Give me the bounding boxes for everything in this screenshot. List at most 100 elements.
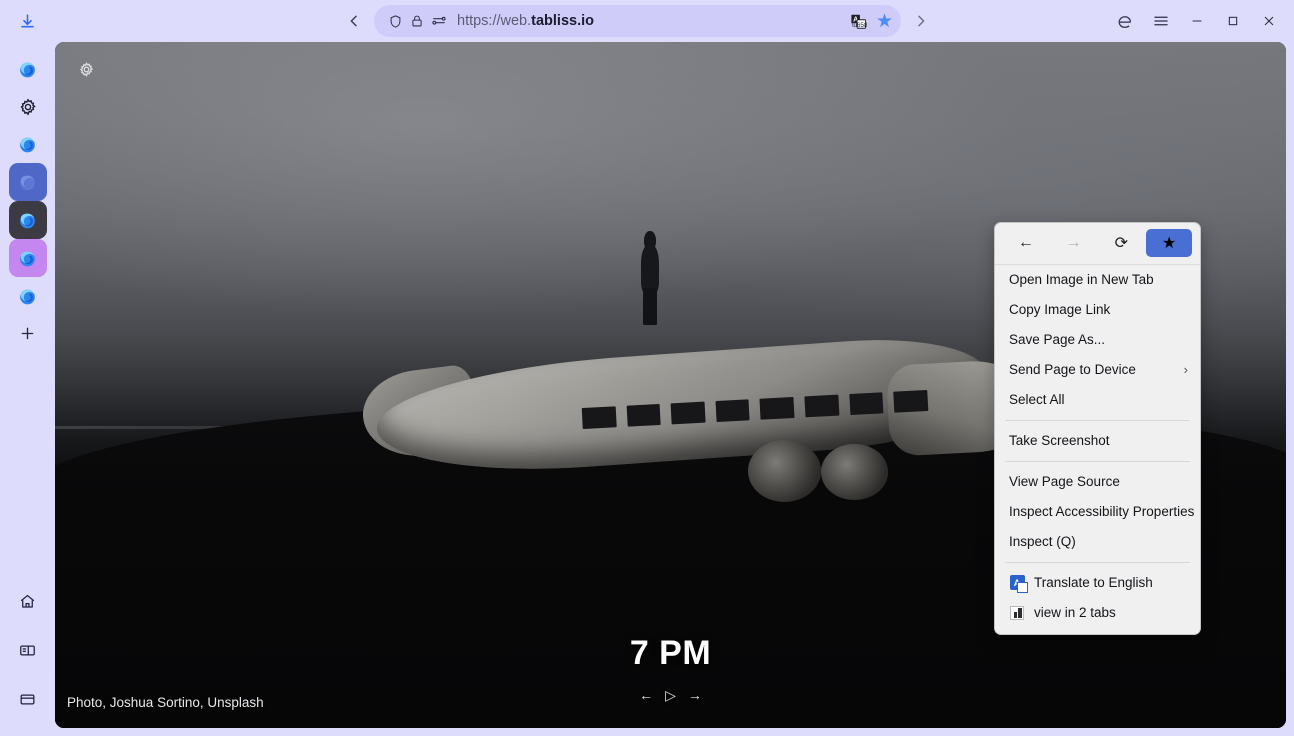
browser-toolbar: https://web.tabliss.io A \u6587 ★ [0, 0, 1294, 42]
menu-item-inspect[interactable]: Inspect (Q) [995, 527, 1200, 557]
plane-wheel-2 [821, 443, 888, 500]
tabliss-settings-button[interactable] [73, 56, 99, 82]
plane-wreck [357, 316, 1037, 522]
menu-separator [1005, 420, 1190, 421]
menu-item-label: Open Image in New Tab [1009, 272, 1154, 287]
sidebar-item-firefox-profile-5[interactable] [8, 239, 47, 277]
sidebar-item-firefox-profile-4[interactable] [8, 201, 47, 239]
lock-icon[interactable] [406, 10, 428, 32]
sidebar-item-firefox-profile-2[interactable] [9, 125, 47, 163]
url-bar[interactable]: https://web.tabliss.io A \u6587 ★ [374, 5, 901, 37]
photo-credit[interactable]: Photo, Joshua Sortino, Unsplash [67, 695, 264, 710]
context-reload-button[interactable]: ⟳ [1099, 229, 1145, 257]
url-domain: tabliss.io [531, 13, 595, 29]
gear-icon [79, 61, 93, 77]
firefox-icon [20, 137, 35, 152]
context-forward-button[interactable]: → [1051, 229, 1097, 257]
slideshow-play-button[interactable]: ▷ [665, 688, 676, 702]
menu-item-label: Copy Image Link [1009, 302, 1111, 317]
sidebar-item-firefox-profile-3[interactable] [8, 163, 47, 201]
close-button[interactable] [1252, 5, 1286, 37]
menu-item-send-page-to-device[interactable]: Send Page to Device › [995, 355, 1200, 385]
slideshow-next-button[interactable]: → [688, 688, 702, 702]
firefox-icon [20, 62, 35, 77]
plane-wheel-1 [748, 439, 822, 502]
translate-icon[interactable]: A \u6587 [848, 10, 870, 32]
menu-item-label: Inspect (Q) [1009, 534, 1076, 549]
urlbar-actions: A \u6587 ★ [848, 10, 893, 32]
slideshow-prev-button[interactable]: ← [639, 688, 653, 702]
firefox-icon [20, 251, 35, 266]
url-text[interactable]: https://web.tabliss.io [457, 13, 848, 29]
person-silhouette [636, 230, 664, 326]
app-menu-button[interactable] [1144, 5, 1178, 37]
browser-window: https://web.tabliss.io A \u6587 ★ [0, 0, 1294, 736]
close-icon [1264, 16, 1274, 26]
menu-item-translate-to-english[interactable]: A Translate to English [995, 568, 1200, 598]
person-legs [643, 288, 657, 326]
edge-e-icon [1118, 16, 1132, 28]
menu-item-label: view in 2 tabs [1034, 605, 1116, 620]
extension-button[interactable] [1108, 5, 1142, 37]
menu-item-label: Take Screenshot [1009, 433, 1110, 448]
chevron-right-icon [918, 15, 925, 27]
sidebar-item-firefox-profile-6[interactable] [9, 277, 47, 315]
context-back-button[interactable]: ← [1003, 229, 1049, 257]
menu-item-label: View Page Source [1009, 474, 1120, 489]
hamburger-icon [1154, 16, 1168, 26]
chevron-left-icon [350, 15, 357, 27]
url-prefix: https://web. [457, 13, 532, 29]
sidebar-item-panels[interactable] [9, 632, 47, 669]
sidebar-item-settings[interactable] [9, 88, 47, 125]
sidebar-item-firefox-profile-1[interactable] [9, 50, 47, 88]
menu-item-view-in-2-tabs[interactable]: view in 2 tabs [995, 598, 1200, 628]
menu-item-label: Select All [1009, 392, 1065, 407]
home-icon [20, 594, 35, 608]
sidebar-item-add-profile[interactable] [9, 315, 47, 352]
menu-separator [1005, 461, 1190, 462]
sidebar-profiles [8, 42, 47, 352]
permissions-icon[interactable] [428, 10, 450, 32]
download-icon [20, 13, 34, 27]
vertical-tabs-sidebar [0, 42, 55, 736]
menu-item-view-page-source[interactable]: View Page Source [995, 467, 1200, 497]
sidebar-item-workspaces[interactable] [9, 681, 47, 718]
menu-item-inspect-accessibility-properties[interactable]: Inspect Accessibility Properties [995, 497, 1200, 527]
downloads-button[interactable] [10, 6, 44, 36]
shield-icon[interactable] [384, 10, 406, 32]
firefox-icon [20, 289, 35, 304]
bar-chart-icon [1009, 605, 1025, 621]
minimize-button[interactable] [1180, 5, 1214, 37]
sidebar-item-home[interactable] [9, 583, 47, 620]
menu-item-label: Inspect Accessibility Properties [1009, 504, 1195, 519]
window-controls [1108, 5, 1294, 37]
forward-button[interactable] [905, 5, 937, 37]
menu-item-label: Send Page to Device [1009, 362, 1136, 377]
workspace-icon [20, 694, 35, 705]
context-bookmark-button[interactable]: ★ [1146, 229, 1192, 257]
plus-icon [21, 327, 34, 340]
firefox-icon [20, 175, 35, 190]
sidebar-bottom-actions [9, 583, 47, 736]
firefox-icon [20, 213, 35, 228]
menu-separator [1005, 562, 1190, 563]
menu-item-label: Translate to English [1034, 575, 1153, 590]
menu-item-label: Save Page As... [1009, 332, 1106, 347]
sidebar-panel-icon [20, 645, 35, 656]
person-body [641, 245, 660, 294]
translate-icon: A [1009, 575, 1028, 593]
maximize-button[interactable] [1216, 5, 1250, 37]
menu-item-take-screenshot[interactable]: Take Screenshot [995, 426, 1200, 456]
maximize-icon [1228, 16, 1238, 26]
context-menu: ← → ⟳ ★ Open Image in New Tab Copy Image… [994, 222, 1201, 635]
back-button[interactable] [338, 5, 370, 37]
menu-item-open-image-in-new-tab[interactable]: Open Image in New Tab [995, 265, 1200, 295]
menu-item-save-page-as[interactable]: Save Page As... [995, 325, 1200, 355]
svg-text:\u6587: \u6587 [852, 21, 867, 28]
menu-item-select-all[interactable]: Select All [995, 385, 1200, 415]
chevron-right-icon: › [1183, 362, 1188, 377]
clock-widget: 7 PM [629, 634, 712, 672]
menu-item-copy-image-link[interactable]: Copy Image Link [995, 295, 1200, 325]
gear-icon [19, 98, 36, 116]
bookmark-star-icon[interactable]: ★ [876, 12, 893, 31]
